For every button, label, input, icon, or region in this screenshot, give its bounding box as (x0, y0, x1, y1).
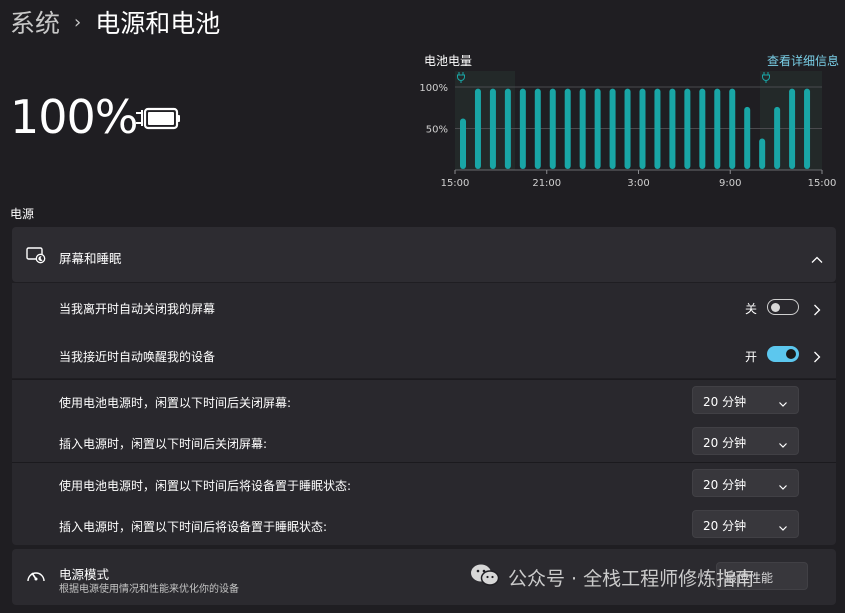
chevron-right-icon[interactable] (813, 348, 821, 367)
chevron-right-icon[interactable] (813, 301, 821, 320)
battery-sleep-dropdown[interactable]: 20 分钟 (692, 469, 799, 497)
battery-bar (639, 88, 646, 169)
battery-bar (549, 88, 556, 169)
dropdown-value: 20 分钟 (703, 519, 747, 533)
breadcrumb: 系统 › 电源和电池 (10, 4, 220, 40)
chevron-down-icon (778, 435, 788, 454)
battery-bar (564, 88, 571, 169)
x-tick-label: 9:00 (719, 178, 741, 189)
battery-bar (759, 138, 766, 169)
auto-off-when-away-label: 当我离开时自动关闭我的屏幕 (59, 302, 216, 316)
dropdown-value: 20 分钟 (703, 478, 747, 492)
battery-bar (489, 88, 496, 169)
battery-charging-icon (134, 103, 182, 139)
battery-bar (744, 106, 751, 169)
battery-bar (624, 88, 631, 169)
watermark: 公众号 · 全栈工程师修炼指南 (470, 563, 754, 592)
auto-off-when-away-toggle[interactable] (767, 299, 799, 315)
battery-bar (504, 88, 511, 169)
breadcrumb-system[interactable]: 系统 (10, 4, 60, 40)
plugged-screen-off-dropdown[interactable]: 20 分钟 (692, 427, 799, 455)
wake-on-approach-state: 开 (745, 350, 758, 364)
chevron-up-icon[interactable] (811, 249, 823, 268)
power-mode-subtitle: 根据电源使用情况和性能来优化你的设备 (59, 584, 239, 595)
battery-bar (774, 106, 781, 169)
dropdown-value: 20 分钟 (703, 436, 747, 450)
plugged-sleep-dropdown[interactable]: 20 分钟 (692, 510, 799, 538)
power-mode-gauge-icon (26, 568, 46, 588)
battery-bar (684, 88, 691, 169)
watermark-text: 公众号 · 全栈工程师修炼指南 (508, 568, 755, 590)
wake-on-approach-toggle[interactable] (767, 346, 799, 362)
breadcrumb-chevron-icon: › (74, 11, 82, 33)
battery-bar (699, 88, 706, 169)
battery-bar (579, 88, 586, 169)
battery-bar (669, 88, 676, 169)
battery-bar (519, 88, 526, 169)
x-tick-label: 21:00 (532, 178, 561, 189)
battery-level-chart: 100% 50% 15:00 21:00 3:00 9:00 15:00 (419, 71, 837, 189)
screen-sleep-header[interactable] (12, 227, 836, 282)
screen-sleep-icon (26, 246, 46, 268)
y-tick-label: 100% (419, 83, 448, 94)
battery-bar (789, 88, 796, 169)
battery-bar (714, 88, 721, 169)
wechat-icon (470, 563, 500, 592)
battery-bar (609, 88, 616, 169)
battery-bar (654, 88, 661, 169)
wake-on-approach-label: 当我接近时自动唤醒我的设备 (59, 350, 216, 364)
battery-bar (474, 88, 481, 169)
x-tick-label: 15:00 (808, 178, 837, 189)
chevron-down-icon (778, 477, 788, 496)
battery-percent: 100% (10, 90, 139, 144)
screen-sleep-title: 屏幕和睡眠 (59, 251, 122, 266)
dropdown-value: 20 分钟 (703, 395, 747, 409)
y-tick-label: 50% (426, 125, 448, 136)
power-section-label: 电源 (10, 207, 35, 221)
battery-bar (460, 118, 466, 169)
battery-screen-off-label: 使用电池电源时，闲置以下时间后关闭屏幕: (59, 396, 292, 410)
chevron-down-icon (778, 394, 788, 413)
battery-sleep-label: 使用电池电源时，闲置以下时间后将设备置于睡眠状态: (59, 479, 352, 493)
x-tick-label: 3:00 (627, 178, 649, 189)
battery-bar (534, 88, 541, 169)
auto-off-when-away-state: 关 (745, 302, 758, 316)
x-tick-label: 15:00 (441, 178, 470, 189)
battery-bar (729, 88, 736, 169)
plugged-screen-off-label: 插入电源时，闲置以下时间后关闭屏幕: (59, 437, 268, 451)
plugged-sleep-label: 插入电源时，闲置以下时间后将设备置于睡眠状态: (59, 520, 328, 534)
battery-screen-off-dropdown[interactable]: 20 分钟 (692, 386, 799, 414)
battery-bar (804, 88, 811, 169)
battery-bar (594, 88, 601, 169)
page-title: 电源和电池 (95, 9, 221, 38)
chevron-down-icon (778, 518, 788, 537)
